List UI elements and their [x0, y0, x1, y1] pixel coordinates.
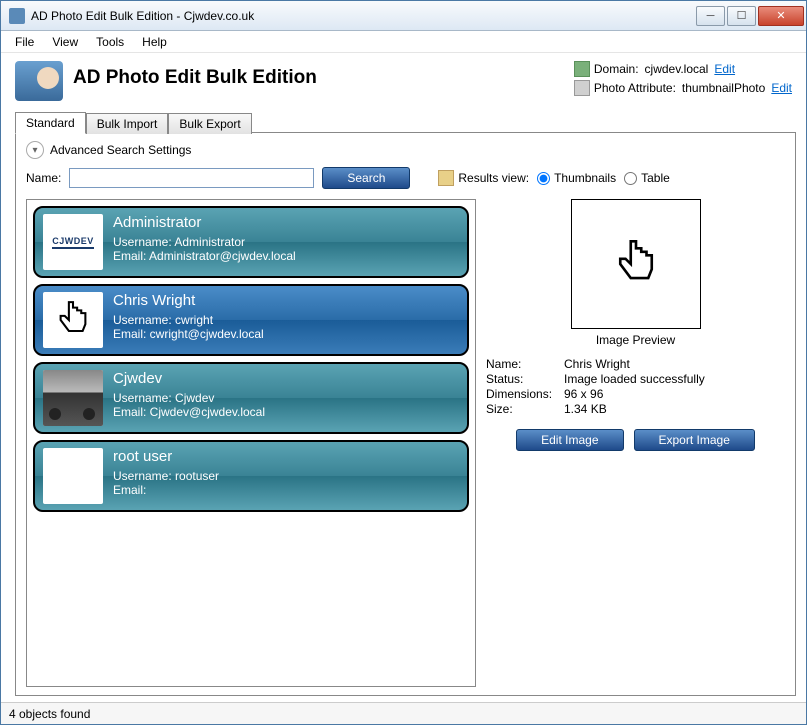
search-button[interactable]: Search: [322, 167, 410, 189]
radio-table-input[interactable]: [624, 172, 637, 185]
preview-pane: Image Preview Name:Chris Wright Status:I…: [486, 199, 785, 687]
results-list[interactable]: CJWDEV Administrator Username: Administrat…: [26, 199, 476, 687]
result-display-name: root user: [113, 448, 219, 465]
preview-dim-value: 96 x 96: [564, 387, 603, 401]
result-email: Email: Administrator@cjwdev.local: [113, 249, 296, 263]
advanced-search-toggle[interactable]: ▾: [26, 141, 44, 159]
name-input[interactable]: [69, 168, 314, 188]
preview-caption: Image Preview: [596, 333, 675, 347]
radio-thumbnails-input[interactable]: [537, 172, 550, 185]
header-app-icon: [15, 61, 63, 101]
result-display-name: Administrator: [113, 214, 296, 231]
name-label: Name:: [26, 171, 61, 185]
tab-bulk-export[interactable]: Bulk Export: [168, 113, 251, 134]
app-window: AD Photo Edit Bulk Edition - Cjwdev.co.u…: [0, 0, 807, 725]
result-username: Username: cwright: [113, 313, 264, 327]
maximize-button[interactable]: ☐: [727, 6, 756, 26]
result-username: Username: rootuser: [113, 469, 219, 483]
tab-standard[interactable]: Standard: [15, 112, 86, 134]
menubar: File View Tools Help: [1, 31, 806, 53]
minimize-button[interactable]: ─: [696, 6, 725, 26]
menu-tools[interactable]: Tools: [88, 33, 132, 51]
photo-attr-label: Photo Attribute:: [594, 81, 676, 95]
tab-bulk-import[interactable]: Bulk Import: [86, 113, 169, 134]
preview-size-label: Size:: [486, 402, 564, 416]
result-username: Username: Administrator: [113, 235, 296, 249]
preview-image: [571, 199, 701, 329]
domain-label: Domain:: [594, 62, 639, 76]
app-icon: [9, 8, 25, 24]
edit-image-button[interactable]: Edit Image: [516, 429, 623, 451]
edit-domain-link[interactable]: Edit: [714, 62, 735, 76]
photo-attr-icon: [574, 80, 590, 96]
result-email: Email:: [113, 483, 219, 497]
result-email: Email: Cjwdev@cjwdev.local: [113, 405, 265, 419]
domain-icon: [574, 61, 590, 77]
status-bar: 4 objects found: [1, 702, 806, 724]
result-thumbnail: [43, 370, 103, 426]
domain-value: cjwdev.local: [645, 62, 709, 76]
results-view-label: Results view:: [458, 171, 529, 185]
result-thumbnail: [43, 292, 103, 348]
tab-content-standard: ▾ Advanced Search Settings Name: Search …: [15, 133, 796, 696]
titlebar: AD Photo Edit Bulk Edition - Cjwdev.co.u…: [1, 1, 806, 31]
radio-thumbnails[interactable]: Thumbnails: [537, 171, 616, 185]
edit-photo-attr-link[interactable]: Edit: [771, 81, 792, 95]
radio-table-label: Table: [641, 171, 670, 185]
menu-help[interactable]: Help: [134, 33, 175, 51]
tab-strip: Standard Bulk Import Bulk Export: [1, 109, 806, 133]
advanced-search-label: Advanced Search Settings: [50, 143, 191, 157]
preview-status-value: Image loaded successfully: [564, 372, 705, 386]
menu-file[interactable]: File: [7, 33, 42, 51]
result-email: Email: cwright@cjwdev.local: [113, 327, 264, 341]
menu-view[interactable]: View: [44, 33, 86, 51]
radio-thumbnails-label: Thumbnails: [554, 171, 616, 185]
photo-attr-value: thumbnailPhoto: [682, 81, 765, 95]
preview-size-value: 1.34 KB: [564, 402, 607, 416]
result-card[interactable]: CJWDEV Administrator Username: Administrat…: [33, 206, 469, 278]
preview-dim-label: Dimensions:: [486, 387, 564, 401]
result-display-name: Cjwdev: [113, 370, 265, 387]
preview-name-value: Chris Wright: [564, 357, 630, 371]
status-text: 4 objects found: [9, 707, 90, 721]
result-thumbnail: [43, 448, 103, 504]
chevron-down-icon: ▾: [32, 145, 37, 156]
preview-status-label: Status:: [486, 372, 564, 386]
result-username: Username: Cjwdev: [113, 391, 265, 405]
app-title: AD Photo Edit Bulk Edition: [73, 67, 317, 89]
export-image-button[interactable]: Export Image: [634, 429, 755, 451]
radio-table[interactable]: Table: [624, 171, 670, 185]
result-display-name: Chris Wright: [113, 292, 264, 309]
window-title: AD Photo Edit Bulk Edition - Cjwdev.co.u…: [31, 9, 694, 23]
close-button[interactable]: ✕: [758, 6, 804, 26]
result-thumbnail: CJWDEV: [43, 214, 103, 270]
preview-name-label: Name:: [486, 357, 564, 371]
result-card[interactable]: root user Username: rootuserEmail:: [33, 440, 469, 512]
results-view-icon: [438, 170, 454, 186]
result-card[interactable]: Chris Wright Username: cwrightEmail: cwri…: [33, 284, 469, 356]
result-card[interactable]: Cjwdev Username: CjwdevEmail: Cjwdev@cjwd…: [33, 362, 469, 434]
hand-cursor-icon: [608, 236, 664, 292]
header: AD Photo Edit Bulk Edition Domain: cjwde…: [1, 53, 806, 109]
